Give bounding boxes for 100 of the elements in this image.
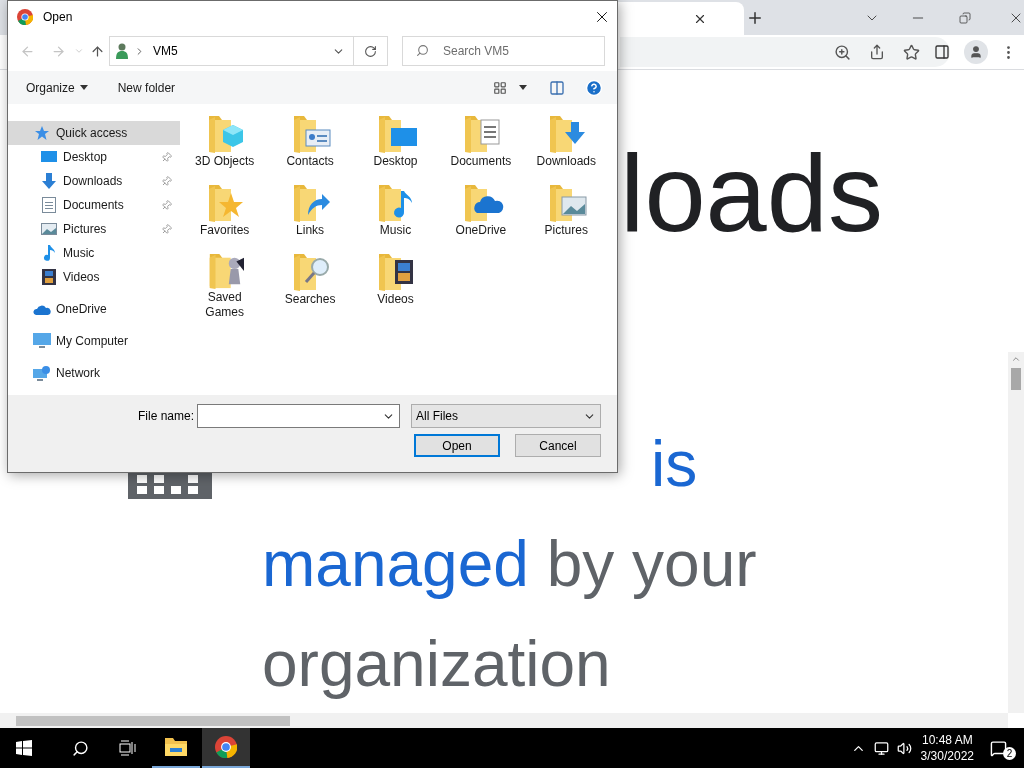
clock-date: 3/30/2022 <box>920 748 974 764</box>
folder-tile[interactable]: Contacts <box>267 114 353 182</box>
folder-name: Saved Games <box>204 290 246 320</box>
address-bar[interactable] <box>620 37 950 67</box>
window-title: Open <box>43 8 73 26</box>
notification-count: 2 <box>1003 747 1016 760</box>
folder-name: Music <box>379 223 412 238</box>
task-view-icon[interactable] <box>119 740 137 756</box>
windows-start-icon[interactable] <box>16 740 32 756</box>
folder-tile[interactable]: Music <box>352 183 439 251</box>
nav-item[interactable]: Pictures <box>8 217 180 241</box>
side-panel-icon[interactable] <box>934 44 950 60</box>
nav-item[interactable]: Desktop <box>8 145 180 169</box>
folder-name: Pictures <box>544 223 588 238</box>
refresh-icon[interactable] <box>364 44 377 58</box>
text-link[interactable]: managed <box>262 528 529 600</box>
zoom-icon[interactable] <box>834 43 851 61</box>
film-icon <box>42 269 56 285</box>
folder-tile[interactable]: OneDrive <box>438 183 524 251</box>
page-heading: loads <box>620 138 883 248</box>
monitor-icon <box>41 150 57 164</box>
folder-name: Videos <box>377 292 414 307</box>
folder-tile[interactable]: Desktop <box>352 114 439 182</box>
file-name-field[interactable] <box>197 404 400 428</box>
search-icon[interactable] <box>72 739 89 757</box>
folder-name: 3D Objects <box>195 154 255 169</box>
bookmark-icon[interactable] <box>903 43 920 61</box>
folder-tile[interactable]: 3D Objects <box>182 114 268 182</box>
toolbar-button[interactable]: New folder <box>117 78 176 97</box>
text-link[interactable]: is <box>651 428 698 500</box>
toolbar-button[interactable]: Organize <box>26 78 88 97</box>
clock-time: 10:48 AM <box>921 732 973 748</box>
folder-name: Desktop <box>373 154 418 169</box>
nav-item[interactable]: Network <box>8 361 180 385</box>
folder-name: Downloads <box>536 154 596 169</box>
folder-name: Documents <box>450 154 512 169</box>
folder-tile[interactable]: Searches <box>267 252 353 320</box>
nav-item[interactable]: Music <box>8 241 180 265</box>
nav-label: Quick access <box>56 125 128 142</box>
folder-name: Favorites <box>200 223 250 238</box>
preview-pane-icon[interactable] <box>549 79 565 96</box>
up-icon[interactable] <box>90 43 105 59</box>
folder-tile[interactable]: Saved Games <box>182 252 268 320</box>
user-icon <box>116 43 128 59</box>
nav-label: OneDrive <box>56 301 107 318</box>
nav-label: Downloads <box>63 173 123 190</box>
profile-avatar[interactable] <box>964 40 988 64</box>
caret-icon <box>79 85 88 90</box>
nav-label: Music <box>63 245 95 262</box>
star-icon <box>34 125 50 141</box>
notice-text: organization <box>262 628 611 700</box>
view-icon[interactable] <box>493 80 507 95</box>
restore-icon[interactable] <box>959 11 971 24</box>
nav-label: Videos <box>63 269 100 286</box>
dialog-button[interactable]: Cancel <box>515 434 601 457</box>
folder-name: OneDrive <box>455 223 507 238</box>
field-label: File name: <box>137 408 194 425</box>
share-icon[interactable] <box>869 44 885 60</box>
folder-icon <box>165 738 187 756</box>
computer-icon <box>33 333 51 349</box>
dialog-button[interactable]: Open <box>414 434 500 457</box>
network-icon <box>33 365 51 381</box>
folder-tile[interactable]: Pictures <box>523 183 609 251</box>
nav-item[interactable]: Videos <box>8 265 180 289</box>
horizontal-scrollbar[interactable] <box>0 713 1008 728</box>
nav-item[interactable]: OneDrive <box>8 297 180 321</box>
folder-tile[interactable]: Links <box>267 183 353 251</box>
help-icon[interactable] <box>585 78 603 97</box>
chrome-button[interactable] <box>202 728 250 768</box>
caret-icon[interactable] <box>519 85 527 90</box>
image-icon <box>41 222 57 236</box>
nav-item[interactable]: Downloads <box>8 169 180 193</box>
search-icon <box>416 44 429 57</box>
nav-label: My Computer <box>56 333 129 350</box>
document-icon <box>42 197 56 213</box>
network-icon[interactable] <box>873 740 889 756</box>
nav-label: Desktop <box>63 149 108 166</box>
volume-icon[interactable] <box>896 740 912 756</box>
music-note-icon <box>43 245 55 261</box>
notifications-button[interactable]: 2 <box>990 736 1014 760</box>
download-icon <box>41 173 57 189</box>
nav-label: Documents <box>63 197 124 214</box>
folder-name: Searches <box>284 292 336 307</box>
notice-text: by your <box>545 528 757 600</box>
folder-name: Contacts <box>286 154 334 169</box>
address-bar[interactable]: VM5 <box>109 36 388 66</box>
chrome-logo-icon <box>17 8 33 25</box>
file-type-dropdown[interactable]: All Files <box>411 404 601 428</box>
folder-tile[interactable]: Favorites <box>182 183 268 251</box>
scrollbar-thumb[interactable] <box>1011 368 1021 390</box>
address-text: VM5 <box>153 43 178 60</box>
nav-item[interactable]: Quick access <box>8 121 180 145</box>
folder-tile[interactable]: Downloads <box>523 114 609 182</box>
cloud-icon <box>33 303 51 315</box>
vertical-scrollbar[interactable] <box>1008 352 1024 713</box>
folder-tile[interactable]: Documents <box>438 114 524 182</box>
search-field[interactable]: Search VM5 <box>402 36 605 66</box>
nav-item[interactable]: Documents <box>8 193 180 217</box>
folder-tile[interactable]: Videos <box>352 252 439 320</box>
nav-item[interactable]: My Computer <box>8 329 180 353</box>
